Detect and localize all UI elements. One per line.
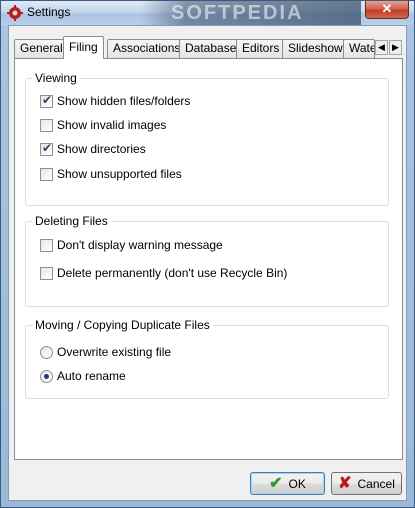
duplicate-files-group-title: Moving / Copying Duplicate Files (32, 318, 213, 332)
settings-window: Settings SOFTPEDIA ✕ General Filing Asso… (0, 0, 415, 508)
tab-editors[interactable]: Editors (236, 39, 286, 58)
show-hidden-files-option[interactable]: Show hidden files/folders (40, 93, 190, 109)
checkbox-label: Show hidden files/folders (57, 94, 191, 108)
tab-watermark[interactable]: Wate (343, 39, 375, 58)
deleting-files-group: Deleting Files Don't display warning mes… (25, 214, 389, 307)
show-invalid-images-checkbox[interactable] (40, 118, 53, 132)
checkbox-label: Show invalid images (57, 118, 167, 132)
tab-label: Filing (69, 40, 98, 54)
overwrite-existing-option[interactable]: Overwrite existing file (40, 344, 171, 360)
softpedia-watermark: SOFTPEDIA (141, 1, 361, 25)
tab-label: Slideshow (288, 41, 343, 55)
tab-label: Wate (349, 41, 375, 55)
show-invalid-images-option[interactable]: Show invalid images (40, 117, 166, 133)
show-directories-option[interactable]: Show directories (40, 141, 146, 157)
tab-scroll-right-button[interactable]: ▶ (389, 40, 402, 55)
dont-display-warning-checkbox[interactable] (40, 238, 53, 252)
cancel-button[interactable]: ✘ Cancel (331, 472, 402, 495)
tab-general[interactable]: General (14, 39, 69, 58)
close-button[interactable]: ✕ (365, 1, 409, 19)
show-unsupported-files-option[interactable]: Show unsupported files (40, 166, 182, 182)
check-icon: ✔ (269, 474, 283, 492)
ok-button-label: OK (288, 476, 306, 491)
checkbox-label: Delete permanently (don't use Recycle Bi… (57, 266, 288, 280)
radio-label: Auto rename (57, 369, 126, 383)
show-directories-checkbox[interactable] (40, 141, 53, 156)
viewing-group: Viewing Show hidden files/folders Show i… (25, 71, 389, 206)
delete-permanently-checkbox[interactable] (40, 266, 53, 280)
app-icon (7, 5, 23, 21)
tab-label: Associations (113, 41, 181, 55)
tab-label: Editors (242, 41, 280, 55)
tab-slideshow[interactable]: Slideshow (282, 39, 349, 58)
checkbox-label: Show unsupported files (57, 167, 182, 181)
radio-label: Overwrite existing file (57, 345, 172, 359)
chevron-right-icon: ▶ (392, 42, 399, 52)
x-icon: ✘ (338, 474, 352, 492)
dont-display-warning-option[interactable]: Don't display warning message (40, 237, 223, 253)
viewing-group-title: Viewing (32, 71, 80, 85)
checkbox-label: Don't display warning message (57, 238, 223, 252)
chevron-left-icon: ◀ (378, 42, 385, 52)
window-title: Settings (27, 5, 71, 19)
tab-label: General (20, 41, 63, 55)
tab-associations[interactable]: Associations (107, 39, 187, 58)
filing-tab-panel: Viewing Show hidden files/folders Show i… (14, 58, 403, 460)
show-unsupported-files-checkbox[interactable] (40, 167, 53, 181)
title-bar[interactable]: Settings SOFTPEDIA ✕ (1, 1, 414, 25)
overwrite-existing-radio[interactable] (40, 345, 53, 359)
dialog-body: General Filing Associations Database Edi… (8, 25, 407, 501)
auto-rename-option[interactable]: Auto rename (40, 368, 126, 384)
close-icon: ✕ (381, 1, 393, 16)
show-hidden-files-checkbox[interactable] (40, 93, 53, 108)
tab-scroll-left-button[interactable]: ◀ (375, 40, 388, 55)
deleting-files-group-title: Deleting Files (32, 214, 111, 228)
tab-label: Database (185, 41, 237, 55)
delete-permanently-option[interactable]: Delete permanently (don't use Recycle Bi… (40, 265, 287, 281)
checkbox-label: Show directories (57, 142, 146, 156)
ok-button[interactable]: ✔ OK (250, 472, 325, 495)
tab-filing[interactable]: Filing (63, 36, 104, 59)
auto-rename-radio[interactable] (40, 369, 53, 383)
cancel-button-label: Cancel (357, 476, 395, 491)
tab-database[interactable]: Database (179, 39, 243, 58)
tab-strip: General Filing Associations Database Edi… (14, 36, 404, 59)
duplicate-files-group: Moving / Copying Duplicate Files Overwri… (25, 318, 389, 399)
